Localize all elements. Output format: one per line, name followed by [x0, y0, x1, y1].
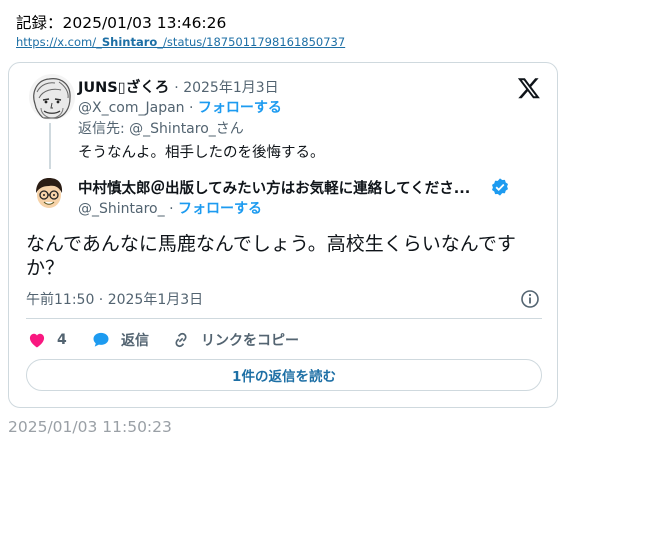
- parent-display-name: JUNS▯ざくろ: [78, 80, 170, 96]
- parent-tweet-text: そうなんよ。相手したのを後悔する。: [78, 145, 325, 161]
- parent-follow-button[interactable]: フォローする: [198, 100, 282, 116]
- parent-separator: ·: [189, 100, 194, 116]
- info-icon[interactable]: [520, 289, 540, 309]
- reply-to-label: 返信先: @_Shintaro_さん: [78, 121, 244, 137]
- tweet-timestamp[interactable]: 午前11:50 · 2025年1月3日: [26, 289, 203, 309]
- thread-connector-line: [49, 123, 51, 169]
- parent-handle-row: @X_com_Japan · フォローする: [78, 97, 282, 117]
- url-user: _Shintaro_: [96, 35, 164, 49]
- copy-link-label: リンクをコピー: [201, 333, 299, 349]
- reply-label: 返信: [121, 333, 149, 349]
- actions-divider: [26, 318, 542, 319]
- main-handle-row: @_Shintaro_ · フォローする: [78, 198, 262, 218]
- verified-badge-icon: [492, 178, 508, 196]
- reply-button[interactable]: 返信: [91, 327, 149, 353]
- main-tweet-text: なんであんなに馬鹿なんでしょう。高校生くらいなんですか？: [26, 233, 516, 279]
- footer-timestamp: 2025/01/03 11:50:23: [8, 418, 172, 436]
- heart-icon: [29, 333, 45, 348]
- record-timestamp: 記録：2025/01/03 13:46:26: [16, 14, 227, 32]
- main-separator: ·: [169, 201, 174, 217]
- main-author-name[interactable]: 中村慎太郎＠出版してみたい方はお気軽に連絡してくださ...: [78, 177, 470, 198]
- like-button[interactable]: 4: [27, 327, 67, 353]
- parent-date: · 2025年1月3日: [174, 80, 279, 96]
- reply-bubble-icon: [93, 332, 109, 347]
- parent-handle[interactable]: @X_com_Japan: [78, 100, 185, 116]
- link-icon: [175, 332, 187, 348]
- url-suffix: /status/1875011798161850737: [163, 35, 346, 49]
- parent-author-name[interactable]: JUNS▯ざくろ · 2025年1月3日: [78, 76, 279, 97]
- read-replies-button[interactable]: 1件の返信を読む: [26, 359, 542, 391]
- main-avatar[interactable]: [31, 175, 67, 211]
- main-handle[interactable]: @_Shintaro_: [78, 201, 165, 217]
- parent-avatar[interactable]: [29, 74, 75, 120]
- x-logo-icon[interactable]: [517, 76, 541, 100]
- copy-link-button[interactable]: リンクをコピー: [171, 327, 299, 353]
- url-prefix: https://x.com/: [16, 35, 97, 49]
- like-count: 4: [57, 332, 67, 348]
- tweet-embed-card: JUNS▯ざくろ · 2025年1月3日 @X_com_Japan · フォロー…: [8, 62, 558, 408]
- tweet-url-link[interactable]: https://x.com/_Shintaro_/status/18750117…: [16, 35, 345, 49]
- main-follow-button[interactable]: フォローする: [178, 201, 262, 217]
